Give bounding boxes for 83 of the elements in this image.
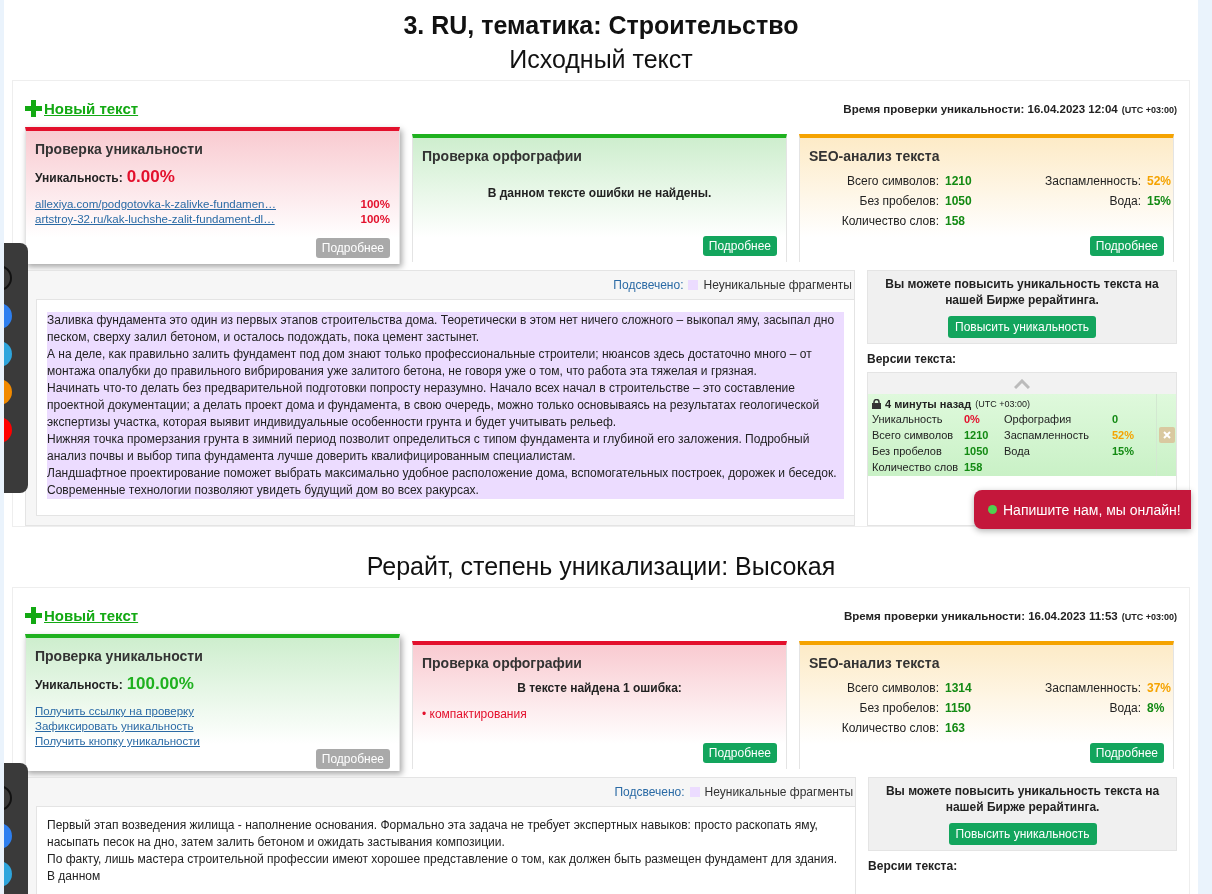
paragraph: Заливка фундамента это один из первых этапов строительства дома. Теоретически в этом нет ничего сложного – выкопал яму, засыпал дно песком, сверху залил бетоном, и осталось подождать, пока цемент застынет. (47, 312, 844, 346)
card-title: Проверка орфографии (422, 655, 583, 671)
timezone: (UTC +03:00) (1121, 612, 1177, 622)
stat-label: Вода (1004, 444, 1031, 458)
uniqueness-label: Уникальность: (35, 171, 123, 185)
spelling-error: • компактирования (422, 707, 528, 721)
promo-text: Вы можете повысить уникальность текста на нашей Бирже рерайтинга. (884, 783, 1161, 815)
check-time: Время проверки уникальности: 16.04.2023 12:04 (843, 103, 1118, 115)
stat-label: Без пробелов: (858, 701, 939, 715)
details-button[interactable]: Подробнее (1089, 236, 1164, 256)
timezone: (UTC +03:00) (1121, 105, 1177, 115)
stat-label: Всего символов (872, 428, 955, 442)
check-time: Время проверки уникальности: 16.04.2023 11:53 (844, 610, 1118, 622)
stat-label: Орфография (1004, 412, 1073, 426)
version-item[interactable]: 4 минуты назад (UTC +03:00) Уникальность 0% Орфография 0 Всего символов 1210 Заспамленность 52% Без пробелов 1050 Вода 15% Количество слов 158 (868, 394, 1176, 476)
paragraph: Ландшафтное проектирование поможет выбрать максимально удобное расположение дома, вспомогательных построек, дорожек и беседок. Современные технологии позволяют увидеть будущий дом во всех ракурсах. (47, 465, 844, 499)
match-percent: 100% (360, 212, 390, 227)
stat-label: Всего символов: (846, 174, 939, 188)
section-title: Исходный текст (508, 44, 694, 74)
stat-label: Вода: (1108, 701, 1141, 715)
paragraph: По факту, лишь мастера строительной профессии имеют хорошее представление о том, как должен быть размещен фундамент для здания. В данном (47, 851, 838, 885)
stat-value: 0 (1112, 412, 1120, 426)
card-title: Проверка уникальности (35, 648, 204, 664)
uniqueness-value: 100.00% (126, 674, 194, 694)
stat-label: Количество слов: (840, 721, 939, 735)
stat-label: Количество слов (872, 460, 960, 474)
legend-label: Подсвечено: (613, 278, 684, 292)
spelling-message: В данном тексте ошибки не найдены. (486, 186, 713, 200)
stat-value: 52% (1147, 174, 1173, 188)
stat-label: Заспамленность (1004, 428, 1090, 442)
match-percent: 100% (360, 197, 390, 212)
stat-value: 37% (1147, 681, 1173, 695)
chat-button[interactable]: Напишите нам, мы онлайн! (974, 490, 1191, 529)
uniqueness-value: 0.00% (126, 167, 175, 187)
stat-value: 1210 (945, 174, 973, 188)
legend-text: Неуникальные фрагменты (704, 785, 855, 799)
stat-value: 1314 (945, 681, 973, 695)
stat-label: Вода: (1108, 194, 1141, 208)
details-button[interactable]: Подробнее (1089, 743, 1164, 763)
increase-uniqueness-button[interactable]: Повысить уникальность (948, 316, 1096, 338)
versions-title: Версии текста: (868, 859, 959, 873)
stat-value: 52% (1112, 428, 1136, 442)
new-text-link[interactable]: Новый текст (25, 100, 139, 117)
stat-label: Всего символов: (846, 681, 939, 695)
card-title: SEO-анализ текста (809, 655, 941, 671)
timezone: (UTC +03:00) (975, 399, 1030, 409)
spelling-message: В тексте найдена 1 ошибка: (516, 681, 683, 695)
section-heading: 3. RU, тематика: Строительство (402, 10, 800, 40)
card-title: Проверка уникальности (35, 141, 204, 157)
stat-value: 8% (1147, 701, 1166, 715)
paragraph: Начинать что-то делать без предварительной подготовки попросту неразумно. Начало всех начал в строительстве – это составление проектной документации; а делать проект дома и фундамента, в свою очередь, можно только основываясь на результатах геологической экспертизы участка, которая выявит индивидуальные особенности грунта и будет учитывать рельеф. (47, 380, 844, 431)
versions-title: Версии текста: (867, 352, 958, 366)
stat-label: Без пробелов (872, 444, 943, 458)
increase-uniqueness-button[interactable]: Повысить уникальность (948, 823, 1097, 845)
stat-label: Без пробелов: (858, 194, 939, 208)
details-button[interactable]: Подробнее (702, 743, 777, 763)
section-title: Рерайт, степень уникализации: Высокая (365, 551, 837, 581)
stat-label: Уникальность (872, 412, 944, 426)
card-title: SEO-анализ текста (809, 148, 941, 164)
paragraph: Нижняя точка промерзания грунта в зимний период позволит определиться с типом фундамента и глубиной его заложения. Подробный анализ почвы и выбор типа фундамента лучше доверить квалифицированным специалистам. (47, 431, 844, 465)
stat-value: 0% (964, 412, 981, 426)
stat-value: 158 (945, 214, 967, 228)
stat-value: 163 (945, 721, 967, 735)
stat-label: Заспамленность: (1043, 174, 1141, 188)
card-title: Проверка орфографии (422, 148, 583, 164)
stat-value: 15% (1147, 194, 1173, 208)
paragraph: Первый этап возведения жилища - наполнение основания. Формально эта задача не требует экспертных навыков: просто раскопать яму, насыпать песок на дно, затем залить бетоном и ожидать застывания композиции. (47, 817, 819, 851)
stat-value: 1050 (964, 444, 990, 458)
legend-label: Подсвечено: (614, 785, 685, 799)
version-time: 4 минуты назад (885, 398, 972, 410)
legend-text: Неуникальные фрагменты (703, 278, 853, 292)
stat-label: Заспамленность: (1043, 681, 1141, 695)
stat-value: 1150 (945, 701, 973, 715)
promo-text: Вы можете повысить уникальность текста на нашей Бирже рерайтинга. (884, 276, 1160, 308)
details-button[interactable]: Подробнее (702, 236, 777, 256)
uniqueness-label: Уникальность: (35, 678, 123, 692)
stat-value: 1050 (945, 194, 973, 208)
stat-value: 15% (1112, 444, 1136, 458)
paragraph: А на деле, как правильно залить фундамент под дом знают только профессиональные строители; нюансов здесь достаточно много – от монтажа опалубки до правильного вибрирования уже залитого бетона, не говоря уже о том, что работа эта тяжелая и грязная. (47, 346, 844, 380)
new-text-link[interactable]: Новый текст (25, 607, 139, 624)
stat-value: 158 (964, 460, 984, 474)
stat-value: 1210 (964, 428, 990, 442)
stat-label: Количество слов: (840, 214, 939, 228)
